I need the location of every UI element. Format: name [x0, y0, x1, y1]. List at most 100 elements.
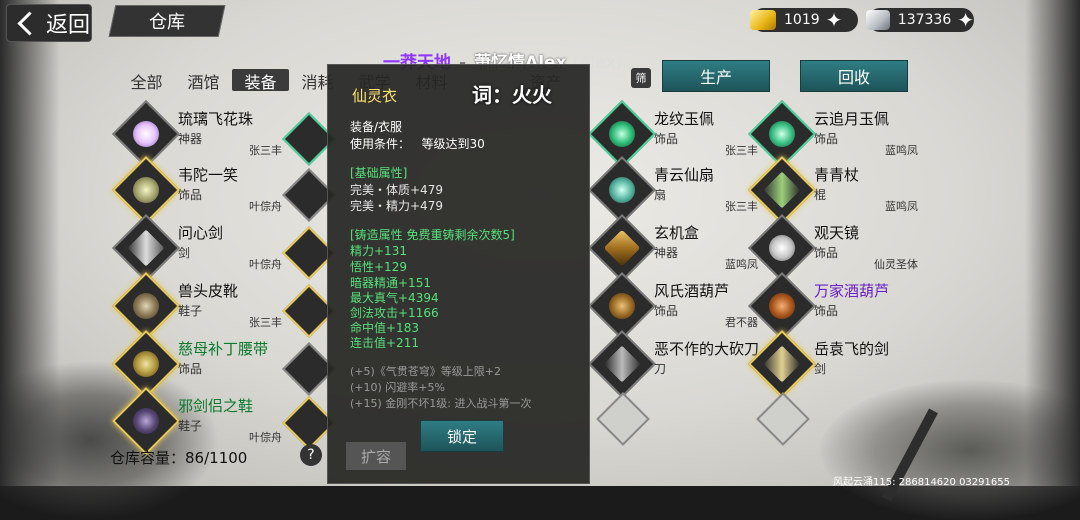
item-tooltip: 仙灵衣 装备/衣服 使用条件： 等级达到30 [基础属性] 完美・体质+479 …	[327, 64, 590, 484]
item-type: 饰品	[814, 132, 839, 146]
tab-tavern[interactable]: 酒馆	[175, 69, 232, 92]
item-owner: 君不器	[725, 316, 758, 329]
forge-attr: 悟性+129	[350, 260, 407, 274]
item-name: 万家酒葫芦	[814, 282, 890, 300]
edge-shadow	[1025, 0, 1080, 486]
edge-shadow	[0, 0, 60, 486]
base-attr: 完美・体质+479	[350, 183, 443, 197]
silver-ingot-icon	[866, 10, 890, 30]
item-type: 饰品	[654, 304, 679, 318]
back-label: 返回	[46, 13, 91, 38]
item-name: 青青杖	[814, 166, 860, 184]
forge-attr: 精力+131	[350, 244, 407, 258]
item-type: 饰品	[814, 304, 839, 318]
back-button[interactable]: 返回	[6, 4, 92, 42]
item-name: 韦陀一笑	[178, 166, 239, 184]
item-type: 刀	[654, 362, 667, 376]
item-slot[interactable]: 龙纹玉佩 饰品 张三丰	[588, 100, 758, 168]
item-type: 神器	[654, 246, 679, 260]
expand-button[interactable]: 扩容	[346, 442, 406, 470]
item-name: 慈母补丁腰带	[178, 340, 269, 358]
item-owner: 仙灵圣体	[874, 258, 918, 271]
add-silver-icon[interactable]: ✦	[957, 8, 974, 32]
item-slot[interactable]: 万家酒葫芦 饰品	[748, 272, 918, 340]
item-icon	[588, 330, 656, 398]
item-type: 扇	[654, 188, 667, 202]
capacity-display: 仓库容量：86/1100	[110, 449, 248, 467]
base-attr: 完美・精力+479	[350, 199, 443, 213]
forge-attr: 连击值+211	[350, 336, 419, 350]
item-slot[interactable]: 问心剑 剑 叶倧舟	[112, 214, 282, 282]
item-slot[interactable]: 邪剑侣之鞋 鞋子 叶倧舟	[112, 387, 282, 455]
item-name: 观天镜	[814, 224, 860, 242]
item-icon	[112, 387, 180, 455]
item-name: 兽头皮靴	[178, 282, 239, 300]
item-slot[interactable]: 观天镜 饰品 仙灵圣体	[748, 214, 918, 282]
item-owner: 叶倧舟	[249, 258, 282, 271]
item-name: 云追月玉佩	[814, 110, 890, 128]
item-owner: 叶倧舟	[249, 431, 282, 444]
item-type: 剑	[814, 362, 827, 376]
item-slot[interactable]: 韦陀一笑 饰品 叶倧舟	[112, 156, 282, 224]
item-name: 青云仙扇	[654, 166, 715, 184]
tooltip-condition: 使用条件： 等级达到30	[350, 137, 485, 151]
item-type: 鞋子	[178, 304, 203, 318]
add-gold-icon[interactable]: ✦	[826, 8, 843, 32]
item-owner: 张三丰	[249, 144, 282, 157]
help-icon[interactable]: ?	[300, 444, 322, 466]
lock-button[interactable]: 锁定	[420, 420, 504, 452]
produce-button[interactable]: 生产	[662, 60, 770, 92]
tab-all[interactable]: 全部	[118, 69, 175, 92]
item-type: 棍	[814, 188, 827, 202]
gold-currency: 1019 ✦	[750, 8, 858, 32]
tab-equipment[interactable]: 装备	[232, 69, 289, 92]
item-owner: 蓝鸣凤	[725, 258, 758, 271]
recycle-button[interactable]: 回收	[800, 60, 908, 92]
item-slot[interactable]: 青青杖 棍 蓝鸣凤	[748, 156, 918, 224]
item-slot[interactable]: 风氏酒葫芦 饰品 君不器	[588, 272, 758, 340]
item-name: 邪剑侣之鞋	[178, 397, 254, 415]
item-name: 问心剑	[178, 224, 224, 242]
item-name: 岳袁飞的剑	[814, 340, 890, 358]
item-name: 琉璃飞花珠	[178, 110, 254, 128]
item-slot[interactable]: 玄机盒 神器 蓝鸣凤	[588, 214, 758, 282]
item-slot[interactable]: 慈母补丁腰带 饰品	[112, 330, 282, 398]
forge-attr-title: [铸造属性 免费重铸剩余次数5]	[350, 228, 515, 242]
item-type: 鞋子	[178, 419, 203, 433]
tooltip-item-name: 仙灵衣	[352, 87, 398, 105]
upgrade-attr: (+15) 金刚不坏1级: 进入战斗第一次	[350, 397, 532, 410]
item-owner: 张三丰	[725, 200, 758, 213]
item-type: 饰品	[178, 188, 203, 202]
item-owner: 蓝鸣凤	[885, 144, 918, 157]
gold-ingot-icon	[750, 10, 776, 30]
item-slot[interactable]: 云追月玉佩 饰品 蓝鸣凤	[748, 100, 918, 168]
item-owner: 蓝鸣凤	[885, 200, 918, 213]
silver-currency: 137336 ✦	[866, 8, 974, 32]
item-slot[interactable]: 青云仙扇 扇 张三丰	[588, 156, 758, 224]
upgrade-attr: (+5)《气贯苍穹》等级上限+2	[350, 365, 502, 378]
filter-button[interactable]: 筛	[631, 68, 651, 88]
item-type: 饰品	[814, 246, 839, 260]
item-slot[interactable]: 琉璃飞花珠 神器 张三丰	[112, 100, 282, 168]
item-type: 饰品	[654, 132, 679, 146]
item-type: 剑	[178, 246, 191, 260]
item-slot[interactable]: 恶不作的大砍刀 刀	[588, 330, 759, 398]
chevron-left-icon	[17, 10, 42, 36]
item-owner: 叶倧舟	[249, 200, 282, 213]
ci-label: 词：火火	[472, 83, 552, 107]
base-attr-title: [基础属性]	[350, 166, 408, 180]
upgrade-attr: (+10) 闪避率+5%	[350, 381, 445, 394]
item-name: 玄机盒	[654, 224, 700, 242]
item-owner: 张三丰	[249, 316, 282, 329]
silver-amount: 137336	[897, 12, 952, 28]
item-icon	[748, 330, 816, 398]
item-type: 神器	[178, 132, 203, 146]
item-name: 龙纹玉佩	[654, 110, 715, 128]
page-title: 仓库	[108, 5, 226, 37]
item-slot[interactable]: 兽头皮靴 鞋子 张三丰	[112, 272, 282, 340]
item-slot[interactable]: 岳袁飞的剑 剑	[748, 330, 918, 398]
gold-amount: 1019	[784, 12, 820, 28]
item-name: 风氏酒葫芦	[654, 282, 730, 300]
item-type: 饰品	[178, 362, 203, 376]
tooltip-type: 装备/衣服	[350, 120, 403, 134]
